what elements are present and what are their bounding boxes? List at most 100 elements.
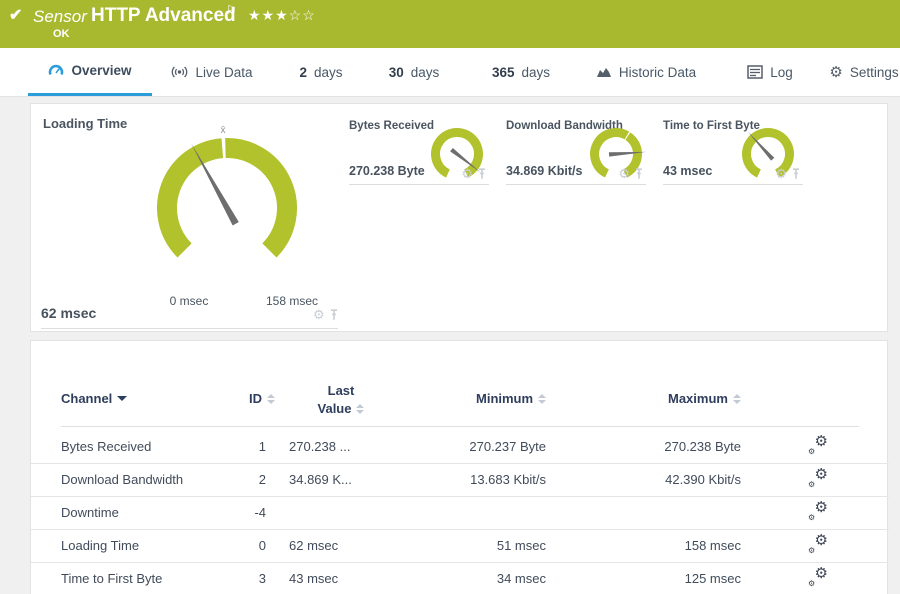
gauges-panel: Loading Time x̄ 0 msec 158 msec 62 msec …	[30, 103, 888, 332]
tab-365-days-number: 365	[491, 64, 515, 80]
gauge-settings-gear-icon[interactable]: ⚙	[461, 167, 473, 180]
pin-icon[interactable]	[791, 167, 801, 180]
sort-icon	[267, 393, 275, 404]
tab-30-days-number: 30	[388, 64, 404, 80]
channel-settings-gears-icon[interactable]: ⚙ ⚙	[808, 533, 828, 555]
broadcast-icon	[172, 66, 188, 78]
column-header-last-value[interactable]: Last Value	[299, 382, 383, 418]
channel-minimum: 34 msec	[496, 571, 546, 586]
channel-id: 0	[258, 538, 266, 553]
column-header-last-label: Last	[327, 383, 355, 398]
tab-30-days-label: days	[410, 64, 440, 80]
download-bandwidth-gauge-actions: ⚙	[618, 167, 644, 180]
flag-icon[interactable]: ⚐	[226, 3, 237, 17]
table-row-download-bandwidth: Download Bandwidth 2 34.869 K... 13.683 …	[31, 464, 889, 497]
column-header-minimum-label: Minimum	[476, 391, 534, 406]
column-header-channel[interactable]: Channel	[61, 391, 128, 406]
channel-maximum: 158 msec	[684, 538, 741, 553]
column-header-value-label: Value	[317, 401, 352, 416]
channel-last-value: 34.869 K...	[289, 472, 352, 487]
channel-maximum: 42.390 Kbit/s	[665, 472, 741, 487]
channel-last-value: 43 msec	[289, 571, 339, 586]
time-to-first-byte-value: 43 msec	[663, 164, 713, 178]
tab-30-days[interactable]: 30 days	[378, 48, 450, 96]
table-row-downtime: Downtime -4 ⚙ ⚙	[31, 497, 889, 530]
tab-historic-data-label: Historic Data	[618, 64, 697, 80]
table-row-time-to-first-byte: Time to First Byte 3 43 msec 34 msec 125…	[31, 563, 889, 594]
cell-divider	[41, 328, 338, 329]
bytes-received-gauge-cell: Bytes Received 270.238 Byte ⚙	[349, 114, 489, 186]
channel-minimum: 13.683 Kbit/s	[470, 472, 546, 487]
tab-365-days[interactable]: 365 days	[480, 48, 562, 96]
download-bandwidth-value: 34.869 Kbit/s	[506, 164, 583, 178]
table-row-bytes-received: Bytes Received 1 270.238 ... 270.237 Byt…	[31, 431, 889, 464]
channel-id: 1	[258, 439, 266, 454]
gear-icon: ⚙	[829, 63, 843, 81]
channel-settings-gears-icon[interactable]: ⚙ ⚙	[808, 467, 828, 489]
channel-settings-gears-icon[interactable]: ⚙ ⚙	[808, 500, 828, 522]
time-to-first-byte-gauge-actions: ⚙	[775, 167, 801, 180]
gauge-settings-gear-icon[interactable]: ⚙	[313, 308, 325, 321]
stars-filled: ★★★	[248, 7, 289, 23]
channel-minimum: 51 msec	[496, 538, 546, 553]
object-kind-label: Sensor	[33, 7, 87, 26]
tab-historic-data[interactable]: Historic Data	[588, 48, 704, 96]
tab-2-days-number: 2	[299, 64, 307, 80]
tab-2-days-label: days	[313, 64, 343, 80]
channel-last-value: 62 msec	[289, 538, 339, 553]
sort-icon	[538, 393, 547, 404]
tab-overview[interactable]: Overview	[28, 48, 152, 96]
channels-table-panel: Channel ID Last Value Minimum Maximum By…	[30, 340, 889, 594]
sort-desc-icon	[117, 396, 128, 401]
table-row-loading-time: Loading Time 0 62 msec 51 msec 158 msec …	[31, 530, 889, 563]
loading-time-value: 62 msec	[41, 305, 97, 321]
column-header-minimum[interactable]: Minimum	[476, 391, 547, 406]
bytes-received-value: 270.238 Byte	[349, 164, 425, 178]
ok-check-icon: ✔	[9, 7, 23, 24]
pin-icon[interactable]	[329, 308, 339, 321]
tab-settings[interactable]: ⚙ Settings	[826, 48, 900, 96]
channel-maximum: 270.238 Byte	[664, 439, 741, 454]
channel-maximum: 125 msec	[684, 571, 741, 586]
channel-name: Bytes Received	[61, 439, 152, 454]
tab-365-days-label: days	[521, 64, 551, 80]
priority-stars[interactable]: ★★★☆☆	[248, 7, 316, 24]
column-header-id[interactable]: ID	[249, 391, 275, 406]
table-header-divider	[61, 426, 859, 427]
log-list-icon	[747, 65, 763, 79]
channel-id: 2	[258, 472, 266, 487]
gauge-scale-min: 0 msec	[169, 294, 209, 308]
column-header-maximum-label: Maximum	[668, 391, 728, 406]
cell-divider	[663, 184, 803, 185]
sensor-title: HTTP Advanced	[91, 5, 236, 26]
column-header-maximum[interactable]: Maximum	[668, 391, 741, 406]
gauge-settings-gear-icon[interactable]: ⚙	[775, 167, 787, 180]
pin-icon[interactable]	[634, 167, 644, 180]
channel-id: -4	[254, 505, 266, 520]
gauge-settings-gear-icon[interactable]: ⚙	[618, 167, 630, 180]
tab-bar: Overview Live Data 2 days 30 days 365 da…	[0, 48, 900, 97]
tab-overview-label: Overview	[71, 63, 132, 78]
stars-empty: ☆☆	[288, 7, 316, 23]
column-header-channel-label: Channel	[61, 391, 113, 406]
channel-settings-gears-icon[interactable]: ⚙ ⚙	[808, 566, 828, 588]
bytes-received-gauge-label: Bytes Received	[349, 120, 435, 132]
tab-log[interactable]: Log	[738, 48, 802, 96]
loading-time-gauge: x̄	[157, 125, 297, 258]
channel-minimum: 270.237 Byte	[469, 439, 546, 454]
gauge-icon	[49, 64, 64, 75]
gauge-scale-max: 158 msec	[265, 294, 319, 308]
channel-settings-gears-icon[interactable]: ⚙ ⚙	[808, 434, 828, 456]
channel-name: Downtime	[61, 505, 119, 520]
tab-live-data[interactable]: Live Data	[160, 48, 264, 96]
channel-id: 3	[258, 571, 266, 586]
cell-divider	[349, 184, 489, 185]
sort-icon	[356, 404, 365, 414]
cell-divider	[506, 184, 646, 185]
pin-icon[interactable]	[477, 167, 487, 180]
channel-name: Loading Time	[61, 538, 140, 553]
loading-time-gauge-actions: ⚙	[313, 308, 339, 321]
column-header-id-label: ID	[249, 391, 262, 406]
tab-2-days[interactable]: 2 days	[288, 48, 354, 96]
bytes-received-gauge-actions: ⚙	[461, 167, 487, 180]
